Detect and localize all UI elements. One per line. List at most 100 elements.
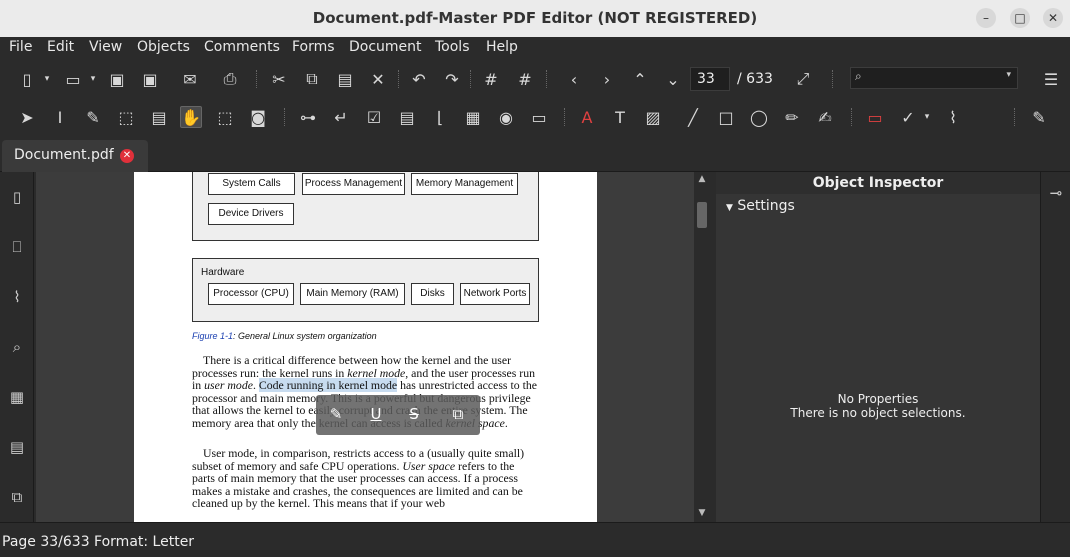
signature-icon[interactable]: ✍ [814, 106, 836, 128]
forms-icon[interactable]: ▤ [148, 106, 170, 128]
close-tab-icon[interactable]: ✕ [120, 149, 134, 163]
save-icon[interactable]: ▣ [106, 68, 128, 90]
email-icon[interactable]: ✉ [179, 68, 201, 90]
add-text-icon[interactable]: T [609, 106, 631, 128]
save-as-icon[interactable]: ▣ [139, 68, 161, 90]
strikeout-icon[interactable]: S [404, 405, 424, 425]
document-view[interactable]: System Calls Process Management Memory M… [36, 172, 694, 522]
eraser-icon[interactable]: ✎ [1028, 106, 1050, 128]
radio-button-icon[interactable]: ◉ [495, 106, 517, 128]
cut-icon[interactable]: ✂ [268, 68, 290, 90]
first-page-icon[interactable]: ⌃ [629, 68, 651, 90]
toolbar-separator [256, 70, 258, 88]
highlight-icon[interactable]: ✎ [326, 405, 346, 425]
minimize-button[interactable]: – [976, 8, 996, 28]
hamburger-menu-icon[interactable]: ☰ [1040, 68, 1062, 90]
search-icon[interactable]: ⌕ [6, 338, 28, 360]
signature-field-icon[interactable]: ▭ [528, 106, 550, 128]
text-select-icon[interactable]: Ⅰ [49, 106, 71, 128]
fit-page-icon[interactable]: ⤢ [792, 68, 814, 90]
line-icon[interactable]: ╱ [682, 106, 704, 128]
settings-section[interactable]: ▼ Settings [726, 198, 795, 214]
edit-text-icon[interactable]: ✎ [82, 106, 104, 128]
chevron-down-icon[interactable]: ▾ [86, 68, 100, 90]
scroll-down-icon[interactable]: ▼ [696, 508, 708, 520]
pdf-page[interactable]: System Calls Process Management Memory M… [134, 172, 597, 522]
attachment-icon[interactable]: ⌇ [942, 106, 964, 128]
menu-file[interactable]: File [9, 39, 32, 55]
image-icon[interactable]: ▨ [642, 106, 664, 128]
properties-panel-icon[interactable]: ⊸ [1045, 184, 1067, 206]
menu-document[interactable]: Document [349, 39, 422, 55]
menu-comments[interactable]: Comments [204, 39, 280, 55]
redo-icon[interactable]: ↷ [441, 68, 463, 90]
fields-icon[interactable]: ▤ [6, 438, 28, 460]
menu-objects[interactable]: Objects [137, 39, 190, 55]
pencil-icon[interactable]: ✏ [781, 106, 803, 128]
tab-document[interactable]: Document.pdf ✕ [2, 140, 148, 172]
new-document-icon[interactable]: ▯ [16, 68, 38, 90]
last-page-icon[interactable]: ⌄ [662, 68, 684, 90]
checkbox-icon[interactable]: ☑ [363, 106, 385, 128]
diagram-label: Process Management [302, 173, 405, 195]
hand-tool-icon[interactable]: ✋ [180, 106, 202, 128]
previous-page-icon[interactable]: ‹ [563, 68, 585, 90]
maximize-button[interactable]: □ [1010, 8, 1030, 28]
diagram-label: Memory Management [411, 173, 518, 195]
menu-tools[interactable]: Tools [435, 39, 470, 55]
rectangle-icon[interactable]: □ [715, 106, 737, 128]
selection-popup: ✎ U S ⧉ [316, 395, 480, 435]
comment-icon[interactable]: ▭ [864, 106, 886, 128]
attachments-icon[interactable]: ⌇ [6, 288, 28, 310]
edit-objects-icon[interactable]: ⬚ [115, 106, 137, 128]
paste-icon[interactable]: ▤ [334, 68, 356, 90]
page-total: / 633 [737, 71, 773, 87]
thumbnails-icon[interactable]: ⧉ [6, 488, 28, 510]
chevron-down-icon[interactable]: ▾ [1006, 70, 1011, 80]
tools-toolbar: ➤ Ⅰ ✎ ⬚ ▤ ✋ ⬚ ◙ ⊶ ↵ ☑ ▤ ⌊ ▦ ◉ ▭ A T ▨ ╱ … [0, 100, 1070, 133]
vertical-scrollbar[interactable]: ▲ ▼ [694, 172, 710, 522]
list-icon[interactable]: ▦ [462, 106, 484, 128]
undo-icon[interactable]: ↶ [408, 68, 430, 90]
figure-link[interactable]: Figure 1-1 [192, 331, 233, 341]
document-tabs: Document.pdf ✕ [0, 138, 1070, 172]
left-sidebar: ▯ ⎕ ⌇ ⌕ ▦ ▤ ⧉ [0, 172, 34, 522]
menu-view[interactable]: View [89, 39, 122, 55]
open-folder-icon[interactable]: ▭ [62, 68, 84, 90]
copy-icon[interactable]: ⧉ [301, 68, 323, 90]
scroll-up-icon[interactable]: ▲ [696, 174, 708, 186]
copy-icon[interactable]: ⧉ [448, 405, 468, 425]
select-arrow-icon[interactable]: ➤ [16, 106, 38, 128]
layers-icon[interactable]: ▦ [6, 388, 28, 410]
page-number-input[interactable]: 33 [690, 67, 730, 91]
diagram-label: Device Drivers [208, 203, 294, 225]
bookmarks-icon[interactable]: ⎕ [6, 238, 28, 260]
print-icon[interactable]: ⎙ [219, 68, 241, 90]
chevron-down-icon[interactable]: ▾ [40, 68, 54, 90]
menu-help[interactable]: Help [486, 39, 518, 55]
list-box-icon[interactable]: ⌊ [429, 106, 451, 128]
scroll-thumb[interactable] [697, 202, 707, 228]
menu-forms[interactable]: Forms [292, 39, 335, 55]
snap-grid-icon[interactable]: # [514, 68, 536, 90]
combo-box-icon[interactable]: ▤ [396, 106, 418, 128]
delete-icon[interactable]: ✕ [367, 68, 389, 90]
chevron-down-icon[interactable]: ▾ [920, 106, 934, 128]
underline-icon[interactable]: U [366, 405, 386, 425]
toolbar-separator [564, 108, 566, 126]
snapshot-icon[interactable]: ◙ [247, 106, 269, 128]
highlight-text-icon[interactable]: A [576, 106, 598, 128]
grid-icon[interactable]: # [480, 68, 502, 90]
link-icon[interactable]: ⊶ [297, 106, 319, 128]
menu-edit[interactable]: Edit [47, 39, 74, 55]
close-button[interactable]: ✕ [1043, 8, 1063, 28]
hardware-label: Hardware [201, 267, 245, 278]
no-selection-text: There is no object selections. [790, 406, 966, 420]
pages-icon[interactable]: ▯ [6, 188, 28, 210]
search-input[interactable]: ⌕ ▾ [850, 67, 1018, 89]
text-field-icon[interactable]: ↵ [330, 106, 352, 128]
checkmark-icon[interactable]: ✓ [897, 106, 919, 128]
next-page-icon[interactable]: › [596, 68, 618, 90]
marquee-icon[interactable]: ⬚ [214, 106, 236, 128]
ellipse-icon[interactable]: ◯ [748, 106, 770, 128]
